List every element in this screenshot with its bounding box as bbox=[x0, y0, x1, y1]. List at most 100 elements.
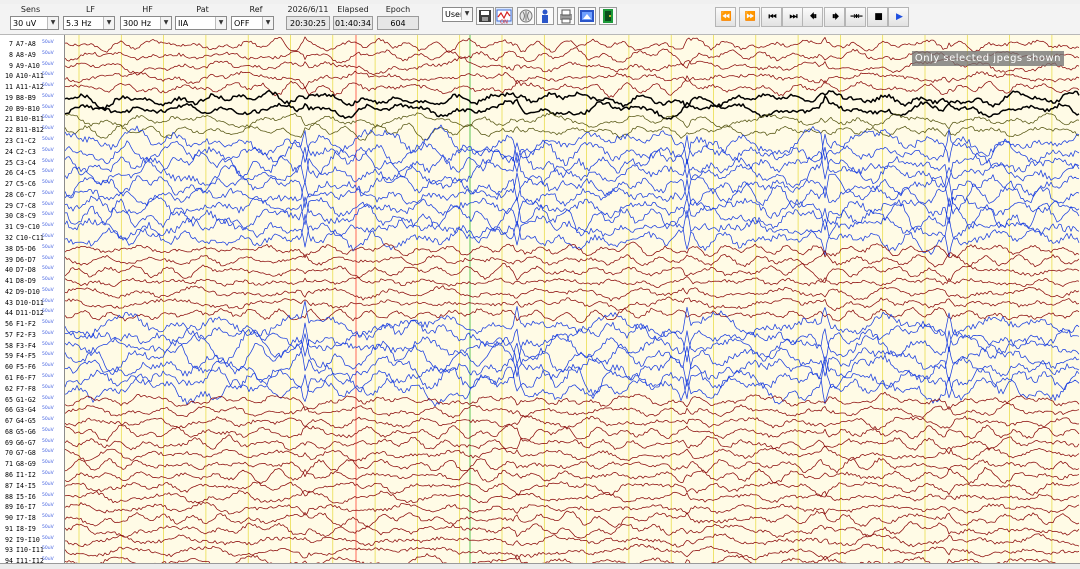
channel-label-row[interactable]: 66 G3-G4 50uV bbox=[0, 405, 64, 415]
channel-label-row[interactable]: 65 G1-G2 50uV bbox=[0, 395, 64, 405]
channel-label-row[interactable]: 41 D8-D9 50uV bbox=[0, 276, 64, 286]
channel-label-row[interactable]: 30 C8-C9 50uV bbox=[0, 211, 64, 221]
channel-label-row[interactable]: 62 F7-F8 50uV bbox=[0, 384, 64, 394]
channel-number: 10 bbox=[5, 72, 13, 81]
channel-scale: 50uV bbox=[42, 298, 54, 304]
channel-scale: 50uV bbox=[42, 223, 54, 229]
channel-label-row[interactable]: 91 I8-I9 50uV bbox=[0, 524, 64, 534]
channel-label-row[interactable]: 28 C6-C7 50uV bbox=[0, 190, 64, 200]
channel-label-row[interactable]: 25 C3-C4 50uV bbox=[0, 158, 64, 168]
channel-scale: 50uV bbox=[42, 384, 54, 390]
lf-select[interactable]: 5.3 Hz ▼ bbox=[63, 16, 115, 30]
channel-label-row[interactable]: 86 I1-I2 50uV bbox=[0, 470, 64, 480]
channel-label-row[interactable]: 70 G7-G8 50uV bbox=[0, 448, 64, 458]
skip-end-button[interactable]: ⏭ bbox=[782, 7, 803, 27]
channel-label-row[interactable]: 93 I10-I11 50uV bbox=[0, 545, 64, 555]
channel-label-row[interactable]: 21 B10-B11 50uV bbox=[0, 114, 64, 124]
channel-label-row[interactable]: 42 D9-D10 50uV bbox=[0, 287, 64, 297]
save-button[interactable] bbox=[476, 7, 494, 25]
sens-select[interactable]: 30 uV ▼ bbox=[10, 16, 59, 30]
channel-label-row[interactable]: 32 C10-C11 50uV bbox=[0, 233, 64, 243]
brain-map-button[interactable] bbox=[517, 7, 535, 25]
channel-label-row[interactable]: 39 D6-D7 50uV bbox=[0, 255, 64, 265]
channel-name: D6-D7 bbox=[16, 255, 36, 264]
channel-label-row[interactable]: 40 D7-D8 50uV bbox=[0, 265, 64, 275]
channel-scale: 50uV bbox=[42, 546, 54, 552]
channel-label-row[interactable]: 31 C9-C10 50uV bbox=[0, 222, 64, 232]
channel-label-row[interactable]: 43 D10-D11 50uV bbox=[0, 298, 64, 308]
channel-label-row[interactable]: 59 F4-F5 50uV bbox=[0, 351, 64, 361]
svg-text:ON: ON bbox=[500, 20, 508, 25]
channel-name: D10-D11 bbox=[16, 298, 44, 307]
channel-label-row[interactable]: 20 B9-B10 50uV bbox=[0, 104, 64, 114]
channel-scale: 50uV bbox=[42, 481, 54, 487]
channel-number: 69 bbox=[5, 438, 13, 447]
channel-label-row[interactable]: 60 F5-F6 50uV bbox=[0, 362, 64, 372]
channel-scale: 50uV bbox=[42, 201, 54, 207]
channel-number: 87 bbox=[5, 481, 13, 490]
channel-name: D8-D9 bbox=[16, 277, 36, 286]
channel-label-row[interactable]: 9 A9-A10 50uV bbox=[0, 61, 64, 71]
fast-rewind-button[interactable]: ⏪ bbox=[715, 7, 736, 27]
fast-forward-button[interactable]: ⏩ bbox=[739, 7, 760, 27]
exit-button[interactable] bbox=[599, 7, 617, 25]
eeg-trace bbox=[65, 415, 1080, 430]
channel-label-row[interactable]: 29 C7-C8 50uV bbox=[0, 201, 64, 211]
channel-label-row[interactable]: 87 I4-I5 50uV bbox=[0, 481, 64, 491]
channel-label-row[interactable]: 58 F3-F4 50uV bbox=[0, 341, 64, 351]
channel-label-row[interactable]: 56 F1-F2 50uV bbox=[0, 319, 64, 329]
channel-label-row[interactable]: 38 D5-D6 50uV bbox=[0, 244, 64, 254]
channel-label-row[interactable]: 11 A11-A12 50uV bbox=[0, 82, 64, 92]
channel-label-row[interactable]: 67 G4-G5 50uV bbox=[0, 416, 64, 426]
hf-select[interactable]: 300 Hz ▼ bbox=[120, 16, 172, 30]
channel-label-row[interactable]: 8 A8-A9 50uV bbox=[0, 50, 64, 60]
channel-name: I6-I7 bbox=[16, 503, 36, 512]
channel-name: C10-C11 bbox=[16, 233, 44, 242]
channel-label-row[interactable]: 23 C1-C2 50uV bbox=[0, 136, 64, 146]
patient-button[interactable] bbox=[536, 7, 554, 25]
channel-scale: 50uV bbox=[42, 115, 54, 121]
channel-label-row[interactable]: 10 A10-A11 50uV bbox=[0, 71, 64, 81]
channel-scale: 50uV bbox=[42, 180, 54, 186]
channel-label-row[interactable]: 26 C4-C5 50uV bbox=[0, 168, 64, 178]
channel-name: F5-F6 bbox=[16, 363, 36, 372]
channel-scale: 50uV bbox=[42, 406, 54, 412]
channel-label-row[interactable]: 61 F6-F7 50uV bbox=[0, 373, 64, 383]
channel-label-row[interactable]: 57 F2-F3 50uV bbox=[0, 330, 64, 340]
channel-label-row[interactable]: 92 I9-I10 50uV bbox=[0, 535, 64, 545]
pat-select[interactable]: IIA ▼ bbox=[175, 16, 227, 30]
channel-label-row[interactable]: 24 C2-C3 50uV bbox=[0, 147, 64, 157]
horizontal-scrollbar[interactable] bbox=[0, 563, 1080, 569]
channel-label-row[interactable]: 7 A7-A8 50uV bbox=[0, 39, 64, 49]
channel-label-row[interactable]: 27 C5-C6 50uV bbox=[0, 179, 64, 189]
channel-label-row[interactable]: 68 G5-G6 50uV bbox=[0, 427, 64, 437]
channel-number: 38 bbox=[5, 244, 13, 253]
ref-select[interactable]: OFF ▼ bbox=[231, 16, 274, 30]
channel-label-row[interactable]: 19 B8-B9 50uV bbox=[0, 93, 64, 103]
play-button[interactable]: ▶ bbox=[888, 7, 909, 27]
export-button[interactable] bbox=[578, 7, 596, 25]
skip-start-button[interactable]: ⏮ bbox=[761, 7, 782, 27]
print-button[interactable] bbox=[557, 7, 575, 25]
channel-label-row[interactable]: 69 G6-G7 50uV bbox=[0, 438, 64, 448]
channel-label-row[interactable]: 89 I6-I7 50uV bbox=[0, 502, 64, 512]
chevron-down-icon: ▼ bbox=[262, 17, 273, 29]
eeg-trace-area[interactable] bbox=[65, 35, 1080, 563]
channel-scale: 50uV bbox=[42, 233, 54, 239]
channel-label-row[interactable]: 71 G8-G9 50uV bbox=[0, 459, 64, 469]
channel-label-row[interactable]: 90 I7-I8 50uV bbox=[0, 513, 64, 523]
eeg-trace bbox=[65, 363, 1080, 405]
user-select[interactable]: User ▼ bbox=[442, 7, 473, 22]
channel-label-row[interactable]: 22 B11-B12 50uV bbox=[0, 125, 64, 135]
channel-name: F1-F2 bbox=[16, 320, 36, 329]
stop-button[interactable]: ■ bbox=[867, 7, 888, 27]
step-back-button[interactable]: ⏴⏸ bbox=[802, 7, 823, 27]
step-back-icon: ⏴⏸ bbox=[809, 12, 817, 22]
collapse-button[interactable]: ⇥⇤ bbox=[845, 7, 866, 27]
montage-button[interactable]: ON bbox=[495, 7, 513, 26]
eeg-trace bbox=[65, 194, 1080, 231]
channel-name: D5-D6 bbox=[16, 244, 36, 253]
channel-label-row[interactable]: 88 I5-I6 50uV bbox=[0, 492, 64, 502]
channel-label-row[interactable]: 44 D11-D12 50uV bbox=[0, 308, 64, 318]
step-forward-button[interactable]: ⏸⏵ bbox=[824, 7, 845, 27]
